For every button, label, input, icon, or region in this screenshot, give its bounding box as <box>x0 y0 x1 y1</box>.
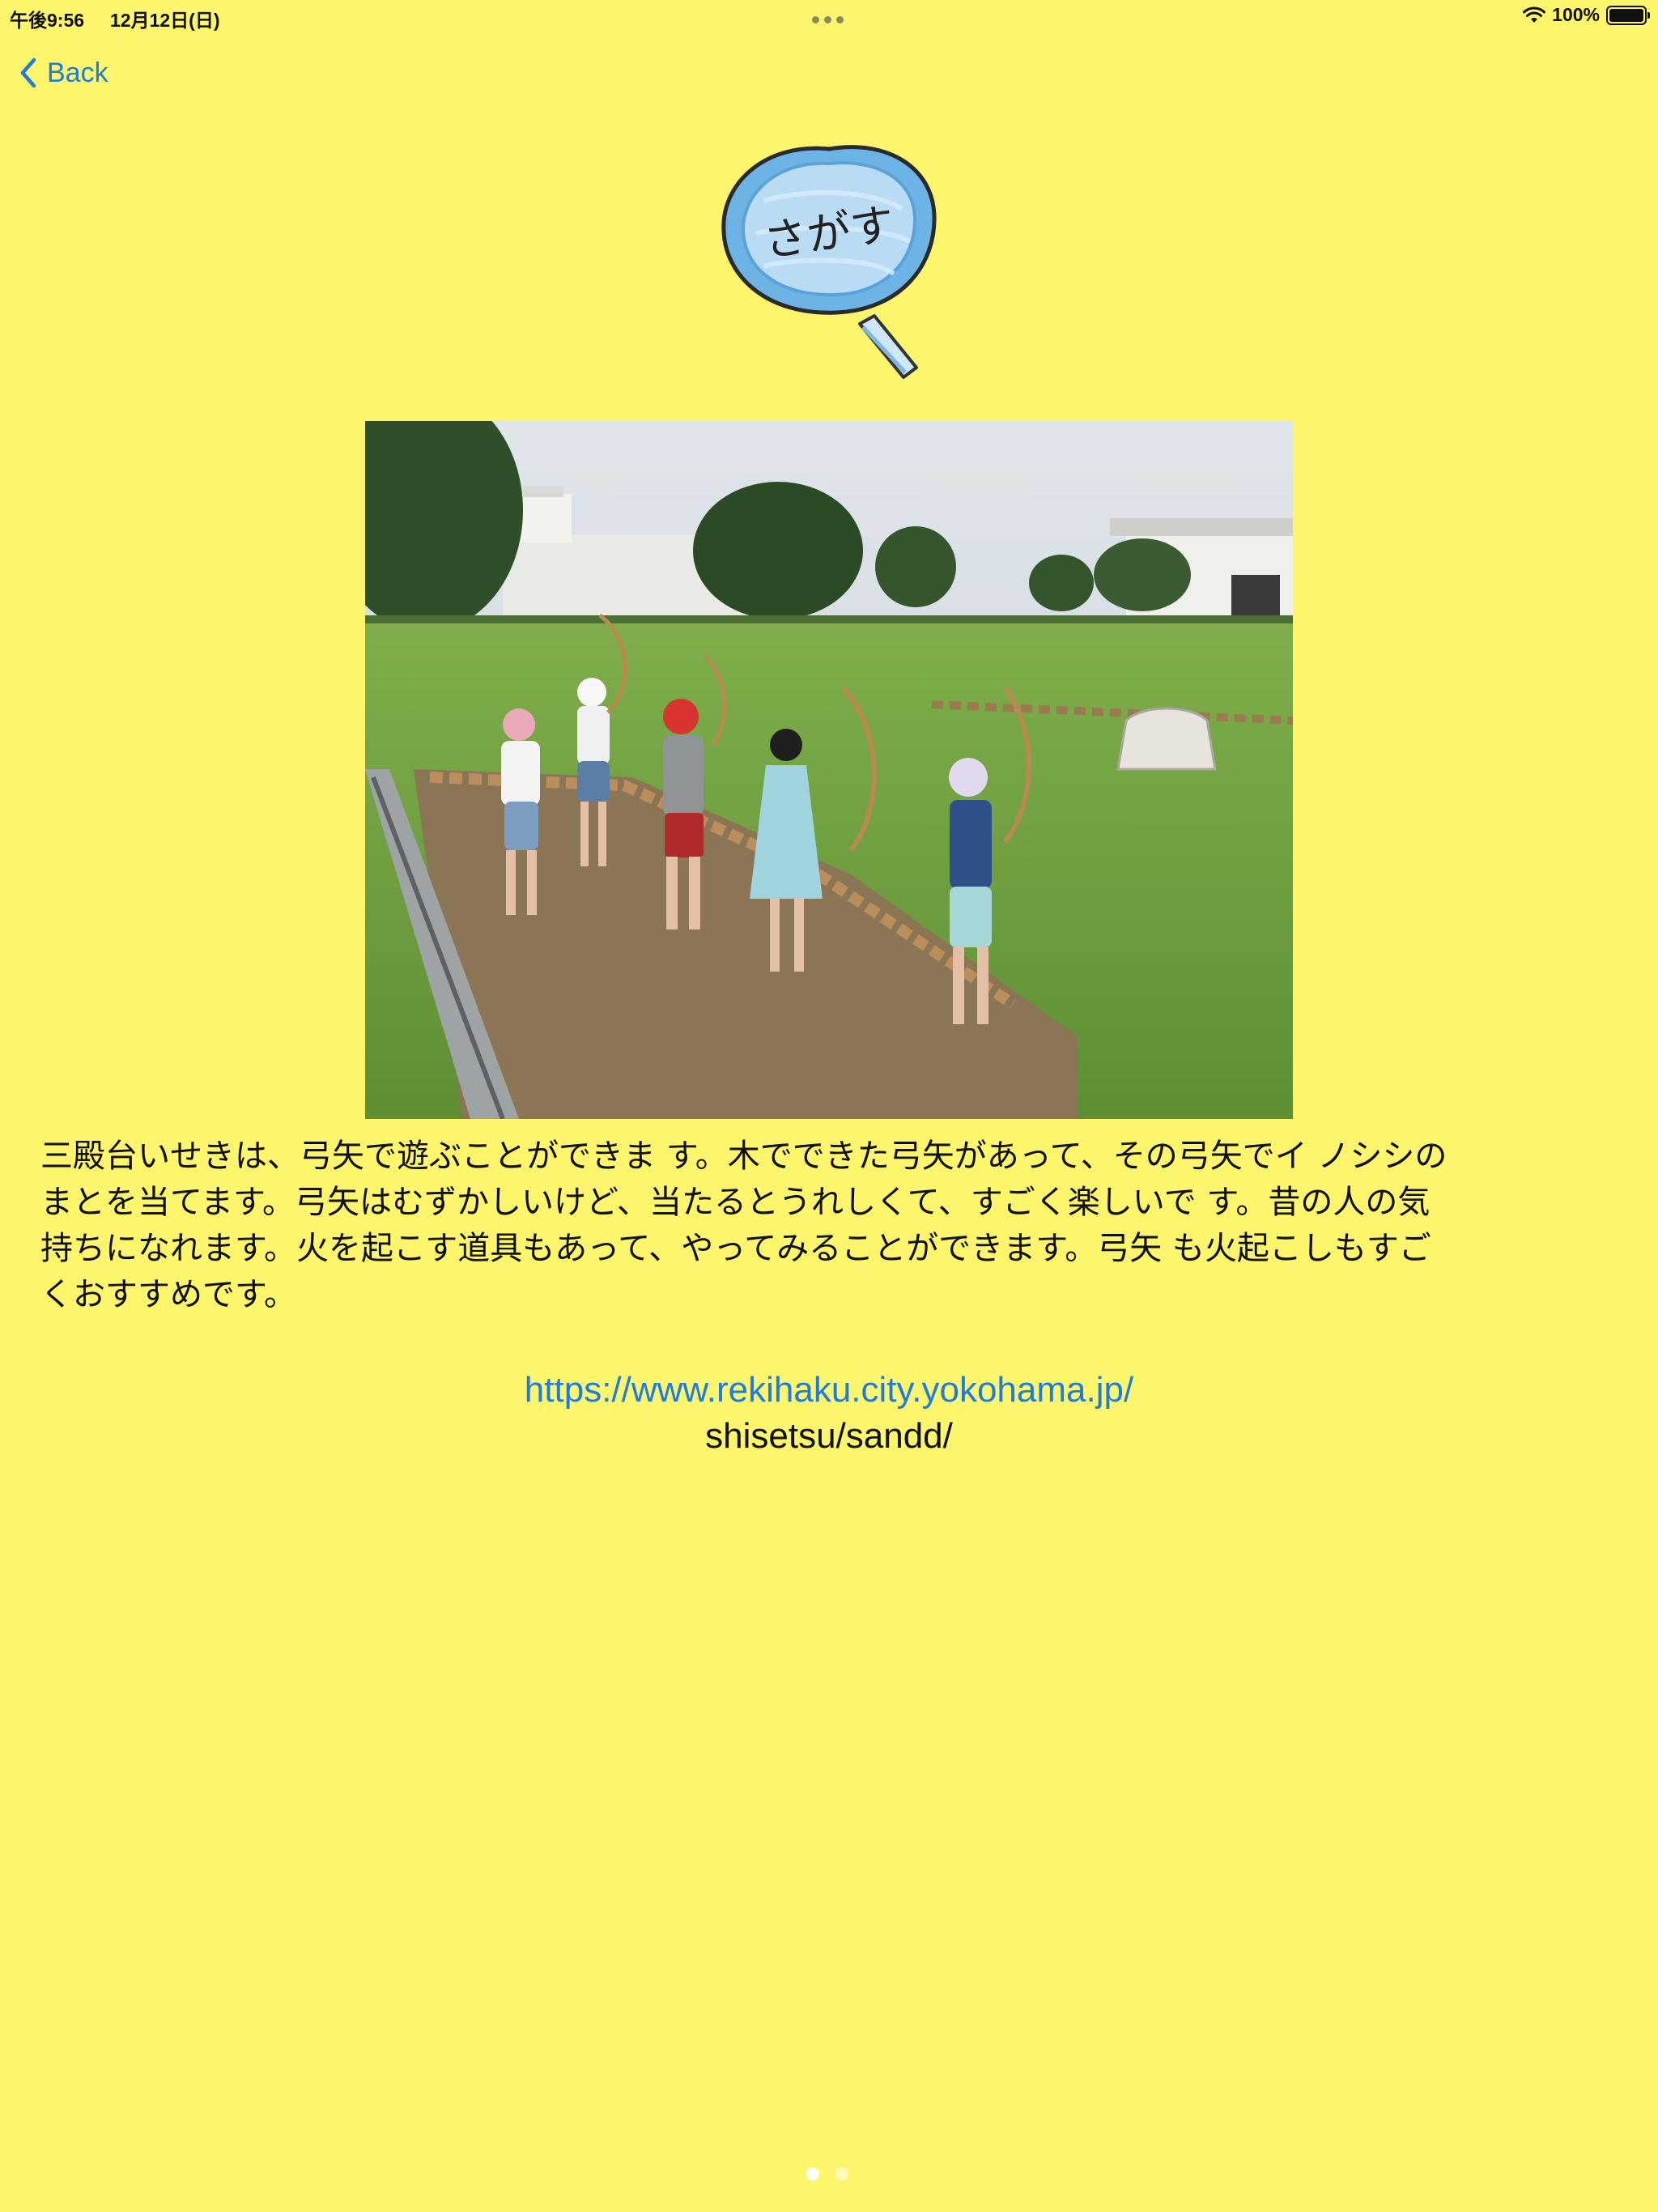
magnifying-glass-icon: さがす <box>721 145 937 379</box>
status-date: 12月12日(日) <box>110 10 220 31</box>
description-text: 三殿台いせきは、弓矢で遊ぶことができま す。木でできた弓矢があって、その弓矢でイ… <box>40 1138 1448 1313</box>
page-dot-2[interactable] <box>835 2167 848 2180</box>
battery-icon <box>1606 5 1650 25</box>
status-right: 100% <box>1523 4 1650 26</box>
status-time: 午後9:56 <box>10 10 85 31</box>
back-label: Back <box>47 57 108 88</box>
archery-photo <box>365 421 1293 1119</box>
chevron-left-icon <box>20 57 36 88</box>
page-indicator[interactable] <box>806 2167 848 2180</box>
link-block: https://www.rekihaku.city.yokohama.jp/ s… <box>0 1367 1658 1459</box>
page-dot-1[interactable] <box>806 2167 819 2180</box>
website-link-path: shisetsu/sandd/ <box>705 1416 953 1456</box>
back-button[interactable]: Back <box>19 55 108 91</box>
battery-percent: 100% <box>1552 4 1600 25</box>
multitasking-dots-icon[interactable] <box>812 16 844 23</box>
status-bar: 午後9:56 12月12日(日) 100% <box>0 0 1658 32</box>
wifi-icon <box>1523 6 1546 23</box>
website-link[interactable]: https://www.rekihaku.city.yokohama.jp/ <box>0 1367 1658 1413</box>
